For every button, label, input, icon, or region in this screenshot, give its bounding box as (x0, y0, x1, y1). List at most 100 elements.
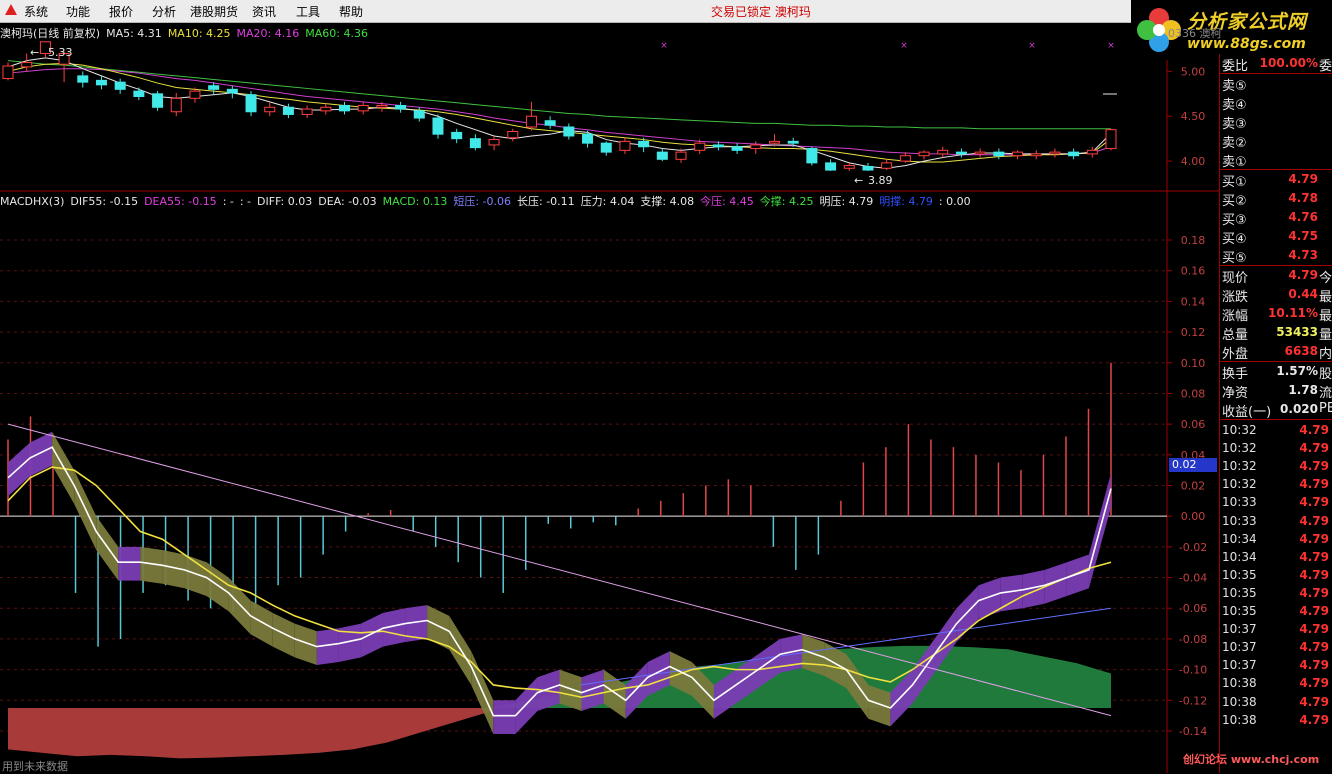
main-legend-item-2: MA10: 4.25 (167, 27, 231, 40)
macd-ribbon-up (1066, 554, 1089, 596)
brand-logo: 分析家公式网 www.88gs.com (1131, 0, 1332, 60)
tick-time: 10:37 (1222, 658, 1257, 673)
macd-ribbon-up (625, 661, 648, 719)
quote-stat-value: 10.11% (1268, 306, 1318, 320)
sell-level-row: 卖① (1219, 150, 1332, 170)
candle-down (825, 162, 837, 171)
candle-up (1105, 129, 1117, 150)
candle-up (1086, 149, 1098, 155)
tick-time: 10:35 (1222, 585, 1257, 600)
candle-up (376, 104, 388, 108)
buy-level-label: 买⑤ (1222, 251, 1247, 266)
tick-time: 10:32 (1222, 459, 1257, 474)
buy-level-row: 买① 4.79 (1219, 170, 1332, 190)
quote-stat-value: 53433 (1276, 325, 1318, 339)
candle-down (339, 104, 351, 112)
main-legend-item-0: 澳柯玛(日线 前复权) (0, 27, 101, 40)
tick-price: 4.79 (1299, 495, 1329, 510)
indicator-legend: MACDHX(3) DIF55: -0.15 DEA55: -0.15: -: - D… (0, 193, 977, 209)
candle-up (974, 151, 986, 155)
candle-down (432, 117, 444, 135)
indicator-tick-label: 0.08 (1181, 387, 1206, 400)
candle-down (133, 90, 145, 98)
quote-stat-row: 总量 53433 量 (1219, 323, 1332, 343)
indicator-tick-label: 0.12 (1181, 326, 1206, 339)
macd-ribbon-up (118, 546, 141, 581)
macd-ribbon-down (603, 669, 626, 719)
macd-ribbon-up (956, 585, 979, 642)
main-legend-item-3: MA20: 4.16 (236, 27, 300, 40)
quote-stat-label: 涨幅 (1222, 309, 1249, 324)
indicator-tick-label: 0.16 (1181, 265, 1206, 278)
tick-row: 10:35 4.79 (1219, 585, 1332, 603)
candle-down (245, 94, 257, 113)
macd-ribbon-up (493, 700, 516, 735)
tick-price: 4.79 (1299, 676, 1329, 691)
tick-price: 4.79 (1299, 549, 1329, 564)
quote-stat-row: 换手 1.57% 股 (1219, 362, 1332, 382)
candle-down (862, 165, 874, 171)
quote-stat-cut-label: 最 (1319, 309, 1332, 324)
candle-down (582, 133, 594, 144)
candle-down (656, 151, 668, 160)
zero-area-red (8, 707, 491, 759)
quote-stat-label: 总量 (1222, 328, 1249, 343)
macd-ribbon-down (449, 615, 472, 685)
tick-row: 10:32 4.79 (1219, 458, 1332, 476)
tick-time: 10:34 (1222, 531, 1257, 546)
tick-price: 4.79 (1299, 441, 1329, 456)
candle-up (2, 65, 14, 80)
tick-price: 4.79 (1299, 513, 1329, 528)
tick-time: 10:32 (1222, 477, 1257, 492)
tick-time: 10:32 (1222, 423, 1257, 437)
candle-up (768, 140, 780, 144)
quote-stat-label: 外盘 (1222, 347, 1249, 362)
macd-ribbon-up (978, 577, 1001, 619)
candle-up (1030, 153, 1042, 157)
candle-up (320, 106, 332, 112)
tick-row: 10:35 4.79 (1219, 603, 1332, 621)
indicator-legend-item-1: DIF55: -0.15 (70, 195, 139, 208)
quote-stat-row: 净资 1.78 流 (1219, 381, 1332, 401)
quote-stat-cut-label: 量 (1319, 328, 1332, 343)
tick-time: 10:35 (1222, 604, 1257, 618)
candle-up (937, 149, 949, 155)
tick-price: 4.79 (1299, 585, 1329, 600)
candle-down (413, 110, 425, 119)
tick-price: 4.79 (1299, 459, 1329, 474)
tick-price: 4.79 (1299, 423, 1329, 437)
indicator-tick-label: 0.18 (1181, 234, 1206, 247)
tick-time: 10:38 (1222, 712, 1257, 727)
candle-up (507, 130, 519, 139)
signal-marker: × (900, 41, 908, 51)
candle-up (264, 106, 276, 113)
quote-stat-cut-label: 流 (1319, 386, 1332, 401)
tick-price: 4.79 (1299, 477, 1329, 492)
sell-level-label: 卖③ (1222, 117, 1247, 132)
buy-level-row: 买④ 4.75 (1219, 227, 1332, 247)
tick-row: 10:32 4.79 (1219, 476, 1332, 494)
candle-down (806, 148, 818, 164)
candle-up (525, 115, 537, 128)
tick-row: 10:32 4.79 (1219, 422, 1332, 440)
tick-row: 10:38 4.79 (1219, 694, 1332, 712)
quote-stat-cut-label: PE (1319, 401, 1332, 416)
candle-up (357, 104, 369, 112)
macd-ribbon-up (30, 431, 53, 477)
indicator-legend-item-8: 短压: -0.06 (453, 195, 512, 208)
indicator-tick-label: -0.10 (1179, 664, 1207, 677)
macd-ribbon-down (250, 600, 273, 647)
candle-up (675, 151, 687, 160)
indicator-tick-label: 0.02 (1181, 480, 1206, 493)
buy-level-row: 买② 4.78 (1219, 189, 1332, 209)
sell-ratio-row: 委比 100.00% 委 (1219, 54, 1332, 74)
candle-up (170, 97, 182, 113)
buy-level-row: 买⑤ 4.73 (1219, 246, 1332, 266)
indicator-legend-item-3: : - (222, 195, 234, 208)
tick-row: 10:33 4.79 (1219, 513, 1332, 531)
candle-down (1068, 151, 1080, 157)
candle-down (544, 120, 556, 126)
price-tick-label: 4.00 (1181, 155, 1206, 168)
candle-down (451, 131, 463, 140)
signal-marker: × (1028, 41, 1036, 51)
